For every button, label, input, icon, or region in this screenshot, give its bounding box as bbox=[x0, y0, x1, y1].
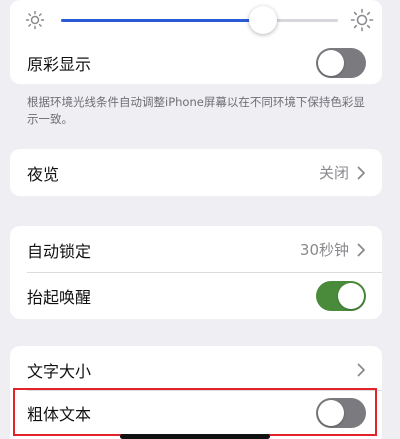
toggle-knob bbox=[338, 283, 364, 309]
sun-small-icon bbox=[25, 10, 45, 30]
true-tone-toggle[interactable] bbox=[316, 48, 366, 78]
lock-card: 自动锁定 30秒钟 抬起唤醒 bbox=[10, 226, 382, 319]
brightness-slider[interactable] bbox=[10, 0, 382, 40]
auto-lock-label: 自动锁定 bbox=[27, 241, 92, 261]
auto-lock-row[interactable]: 自动锁定 30秒钟 bbox=[10, 226, 382, 273]
slider-track[interactable] bbox=[61, 6, 338, 34]
raise-to-wake-toggle[interactable] bbox=[316, 281, 366, 311]
home-indicator bbox=[120, 434, 270, 439]
true-tone-label: 原彩显示 bbox=[27, 55, 92, 74]
highlight-box bbox=[13, 388, 377, 436]
raise-to-wake-label: 抬起唤醒 bbox=[27, 288, 92, 307]
text-size-label: 文字大小 bbox=[27, 361, 92, 381]
chevron-right-icon bbox=[357, 243, 365, 256]
raise-to-wake-row: 抬起唤醒 bbox=[10, 273, 382, 319]
night-shift-value: 关闭 bbox=[318, 164, 349, 182]
auto-lock-value: 30秒钟 bbox=[299, 241, 349, 259]
night-shift-row[interactable]: 夜览 关闭 bbox=[10, 149, 382, 196]
text-size-row[interactable]: 文字大小 bbox=[10, 346, 382, 393]
sun-large-icon bbox=[350, 8, 374, 32]
night-shift-label: 夜览 bbox=[27, 164, 60, 184]
toggle-knob bbox=[318, 50, 344, 76]
chevron-right-icon bbox=[357, 166, 365, 179]
true-tone-row: 原彩显示 bbox=[10, 42, 382, 84]
slider-thumb[interactable] bbox=[249, 6, 277, 34]
brightness-card: 原彩显示 bbox=[10, 0, 382, 84]
night-shift-card: 夜览 关闭 bbox=[10, 149, 382, 196]
true-tone-footnote: 根据环境光线条件自动调整iPhone屏幕以在不同环境下保持色彩显示一致。 bbox=[27, 95, 365, 126]
slider-fill bbox=[61, 19, 263, 22]
chevron-right-icon bbox=[357, 363, 365, 376]
